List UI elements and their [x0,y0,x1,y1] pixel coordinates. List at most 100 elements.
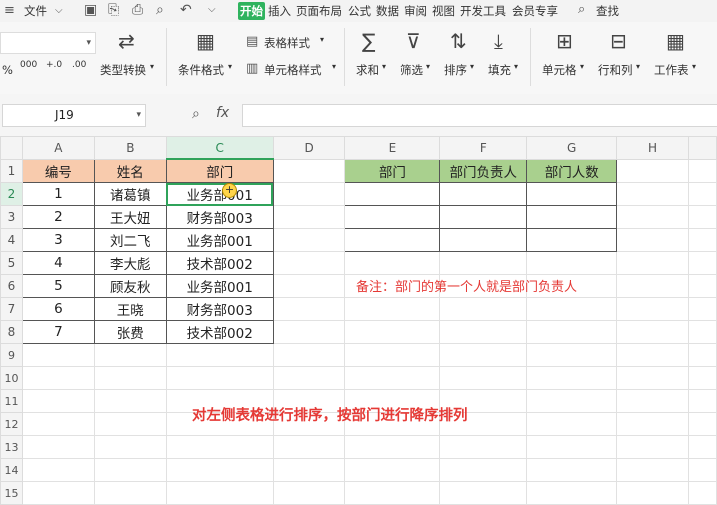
name-box[interactable]: J19 ▾ [2,104,146,127]
cell[interactable] [616,251,689,275]
cell[interactable] [616,274,689,298]
type-convert-button[interactable]: 类型转换 [100,62,146,78]
chevron-down-icon[interactable]: ⌵ [55,3,63,19]
cell[interactable] [21,435,95,459]
cell[interactable] [272,297,346,321]
cell[interactable] [687,251,717,275]
cell[interactable] [272,228,346,252]
cell[interactable] [616,228,689,252]
row-header[interactable]: 11 [0,389,23,413]
column-header-c[interactable]: C [165,136,274,160]
cell[interactable] [616,205,689,229]
row-header[interactable]: 7 [0,297,23,321]
cell[interactable] [272,274,346,298]
cell[interactable] [344,320,441,344]
row-header[interactable]: 9 [0,343,23,367]
convert-icon[interactable]: ⇄ [118,30,135,52]
cell[interactable] [165,343,274,367]
cell[interactable] [439,320,528,344]
cell-icon[interactable]: ⊞ [556,30,573,52]
cell[interactable] [272,158,346,183]
tab-review[interactable]: 审阅 [404,3,427,19]
cell[interactable] [272,205,346,229]
cell[interactable] [272,251,346,275]
cell[interactable]: 7 [21,320,95,344]
cell[interactable] [526,481,618,505]
cell[interactable] [526,343,618,367]
cell[interactable]: 技术部002 [165,251,274,275]
cell[interactable]: 1 [21,182,95,206]
cell[interactable] [93,389,167,413]
chevron-down-icon[interactable]: ▾ [382,62,386,71]
column-header-e[interactable]: E [344,136,441,160]
cell[interactable] [439,481,528,505]
zoom-icon[interactable]: ⌕ [192,106,200,122]
number-format-dropdown[interactable]: ▾ [0,32,96,54]
cell[interactable]: 诸葛镇 [93,182,167,206]
cell[interactable] [687,320,717,344]
table-style-button[interactable]: 表格样式 [264,35,310,51]
decrease-decimal-button[interactable]: .00 [72,60,86,70]
cell[interactable] [616,458,689,482]
row-header[interactable]: 2 [0,182,23,206]
row-header[interactable]: 13 [0,435,23,459]
cell[interactable] [165,366,274,390]
cell[interactable] [272,343,346,367]
row-header[interactable]: 15 [0,481,23,505]
cell[interactable] [21,366,95,390]
sum-button[interactable]: 求和 [356,62,379,78]
cell[interactable] [272,481,346,505]
cell[interactable] [616,435,689,459]
active-cell[interactable]: 业务部001 [165,182,274,206]
cell[interactable]: 业务部001 [165,228,274,252]
cell[interactable]: 业务部001 [165,274,274,298]
undo-icon[interactable]: ↶ [180,2,192,18]
cell[interactable] [344,297,441,321]
row-column-button[interactable]: 行和列 [598,62,633,78]
chevron-down-icon[interactable]: ▾ [228,62,232,71]
cell[interactable]: 6 [21,297,95,321]
hamburger-menu-icon[interactable]: ≡ [4,3,15,19]
cell[interactable] [272,320,346,344]
fill-handle-cursor-icon[interactable]: + [222,183,237,198]
cell[interactable]: 财务部003 [165,297,274,321]
fill-button[interactable]: 填充 [488,62,511,78]
cell[interactable]: 王大妞 [93,205,167,229]
search-icon[interactable]: ⌕ [578,2,585,18]
cell[interactable] [344,458,441,482]
row-header[interactable]: 6 [0,274,23,298]
cell[interactable] [687,205,717,229]
cell[interactable] [344,182,441,206]
cell[interactable] [526,320,618,344]
chevron-down-icon[interactable]: ▾ [136,107,141,123]
cell[interactable] [616,320,689,344]
percent-button[interactable]: % [2,63,13,77]
table-style-icon[interactable]: ▤ [246,34,258,50]
cell[interactable] [21,389,95,413]
header-cell-dept[interactable]: 部门 [165,158,274,183]
select-all-corner[interactable] [0,136,23,160]
row-header[interactable]: 3 [0,205,23,229]
cell[interactable] [344,366,441,390]
cell[interactable] [687,343,717,367]
sort-button[interactable]: 排序 [444,62,467,78]
cell[interactable] [439,366,528,390]
cell[interactable] [526,435,618,459]
chevron-down-icon[interactable]: ▾ [320,35,324,44]
cell[interactable]: 财务部003 [165,205,274,229]
chevron-down-icon[interactable]: ▾ [636,62,640,71]
cell[interactable] [526,389,618,413]
chevron-down-icon[interactable]: ▾ [332,62,336,71]
cell[interactable] [526,458,618,482]
row-header[interactable]: 5 [0,251,23,275]
conditional-format-icon[interactable]: ▦ [196,30,215,52]
save-icon[interactable]: ▣ [84,2,97,18]
cell[interactable] [93,458,167,482]
cell[interactable] [344,481,441,505]
column-header-g[interactable]: G [526,136,618,160]
conditional-format-button[interactable]: 条件格式 [178,62,224,78]
cell[interactable] [439,458,528,482]
cell[interactable]: 张费 [93,320,167,344]
cell-button[interactable]: 单元格 [542,62,577,78]
cell[interactable]: 王晓 [93,297,167,321]
